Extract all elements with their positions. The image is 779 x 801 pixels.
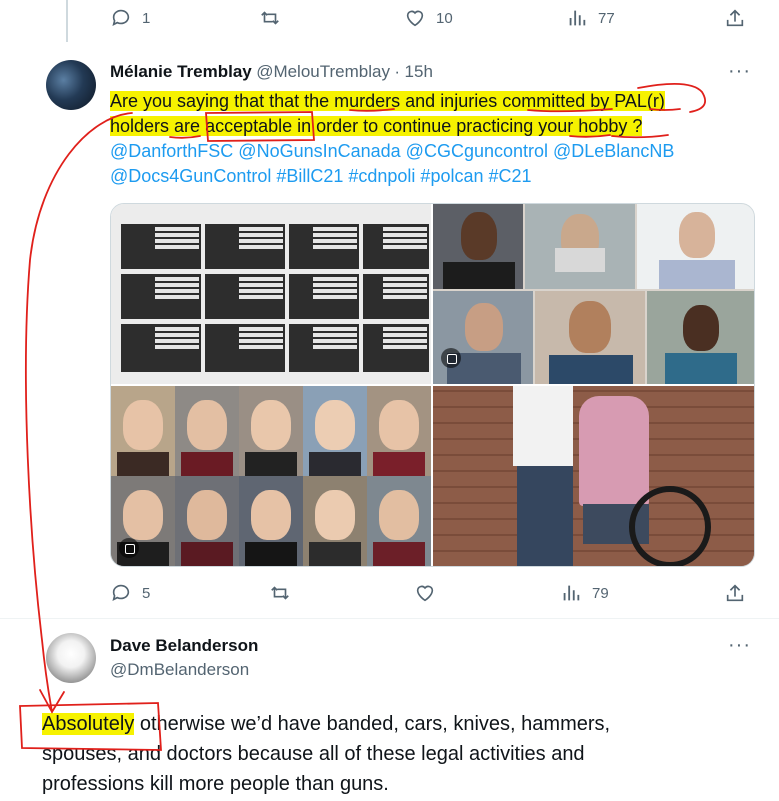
underline-committed	[527, 108, 613, 113]
underline-your	[569, 134, 611, 138]
underline-murders	[349, 108, 395, 112]
box-absolutely	[19, 702, 162, 751]
underline-pal	[649, 108, 681, 111]
circle-pal	[637, 82, 706, 113]
underline-hobby	[611, 134, 669, 139]
underline-are	[169, 135, 201, 139]
box-acceptable	[205, 111, 315, 142]
red-annotation-overlay	[19, 82, 706, 751]
connector-line	[25, 112, 133, 713]
